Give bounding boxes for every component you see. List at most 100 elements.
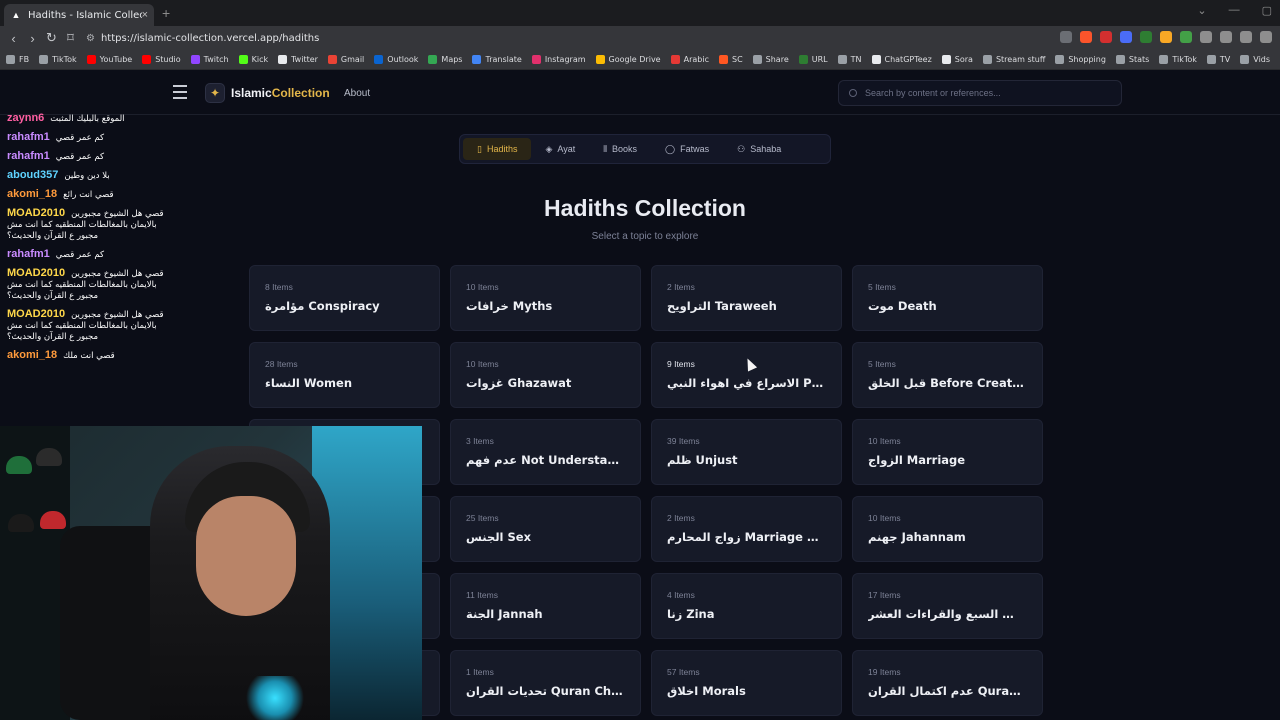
topic-count: 10 Items xyxy=(868,513,901,523)
minimize-icon[interactable]: — xyxy=(1229,4,1240,17)
bookmark-item[interactable]: ChatGPTeez xyxy=(871,55,932,64)
topic-card[interactable]: 39 Items ظلم Unjust xyxy=(651,419,842,485)
topic-card[interactable]: 9 Itemsالاسراع في اهواء النبي Pleasing T… xyxy=(651,342,842,408)
bookmark-item[interactable]: Outlook xyxy=(374,55,418,64)
chat-text: كم عمر قصي xyxy=(55,152,105,162)
bookmark-item[interactable]: Gmail xyxy=(327,55,364,64)
topic-count: 39 Items xyxy=(667,436,700,446)
topic-card[interactable]: 10 Items الزواج Marriage xyxy=(852,419,1043,485)
bookmark-item[interactable]: Maps xyxy=(428,55,462,64)
webcam-overlay xyxy=(0,426,422,720)
chat-username: akomi_18 xyxy=(7,349,58,361)
bookmark-item[interactable]: Twitter xyxy=(278,55,318,64)
bookmark-item[interactable]: Translate xyxy=(472,55,522,64)
url-field[interactable]: ⚙ https://islamic-collection.vercel.app/… xyxy=(86,33,319,44)
topic-card[interactable]: 57 Items اخلاق Morals xyxy=(651,650,842,716)
bookmark-item[interactable]: Twitch xyxy=(190,55,229,64)
rewards-icon[interactable] xyxy=(1100,31,1112,43)
bookmark-item[interactable]: Kick xyxy=(238,55,268,64)
topic-card[interactable]: 2 Items زواج المحارم Marriage Of Family xyxy=(651,496,842,562)
topic-name: زواج المحارم Marriage Of Family xyxy=(667,530,826,544)
tab-books[interactable]: ⫴ Books xyxy=(589,138,651,160)
bookmark-item[interactable]: Stream stuff xyxy=(982,55,1045,64)
topic-card[interactable]: 3 Items عدم فهم Not Understanding xyxy=(450,419,641,485)
bookmark-icon[interactable]: ⌑ xyxy=(61,30,80,46)
new-tab-icon[interactable]: + xyxy=(162,5,170,21)
bookmark-item[interactable]: Shopping xyxy=(1055,55,1106,64)
bookmark-item[interactable]: FB xyxy=(6,55,29,64)
bookmark-item[interactable]: Arabic xyxy=(670,55,709,64)
topic-card[interactable]: 4 Items زنا Zina xyxy=(651,573,842,639)
share-icon[interactable] xyxy=(1060,31,1072,43)
topic-card[interactable]: 10 Items جهنم Jahannam xyxy=(852,496,1043,562)
book-icon: ▯ xyxy=(477,143,482,154)
bookmark-item[interactable]: TikTok xyxy=(39,55,77,64)
topic-card[interactable]: 25 Items الجنس Sex xyxy=(450,496,641,562)
topic-card[interactable]: 1 Items تحديات القران Quran Challenges xyxy=(450,650,641,716)
bookmark-icon xyxy=(1159,55,1169,64)
maximize-icon[interactable]: ▢ xyxy=(1262,4,1272,17)
reload-icon[interactable]: ↻ xyxy=(42,30,61,46)
sidebar-icon[interactable] xyxy=(1220,31,1232,43)
bookmark-item[interactable]: TV xyxy=(1206,55,1230,64)
bookmark-label: Share xyxy=(765,55,789,64)
extension-icon[interactable] xyxy=(1160,31,1172,43)
tab-hadiths[interactable]: ▯ Hadiths xyxy=(463,138,532,160)
bookmark-item[interactable]: Sora xyxy=(941,55,973,64)
extensions-toolbar xyxy=(1060,31,1272,43)
bookmark-item[interactable]: Studio xyxy=(142,55,181,64)
search-input[interactable] xyxy=(865,88,1105,98)
bookmark-icon xyxy=(941,55,951,64)
media-icon[interactable] xyxy=(1240,31,1252,43)
topic-count: 8 Items xyxy=(265,282,293,292)
bookmark-item[interactable]: TN xyxy=(837,55,862,64)
bookmark-item[interactable]: YouTube xyxy=(86,55,132,64)
bookmark-item[interactable]: Stats xyxy=(1115,55,1149,64)
chat-text: كم عمر قصي xyxy=(55,133,105,143)
topic-count: 10 Items xyxy=(466,282,499,292)
browser-tab[interactable]: ▲ Hadiths - Islamic Collection × xyxy=(4,4,154,26)
topic-card[interactable]: 19 Items عدم اكتمال القران Quran Not Full xyxy=(852,650,1043,716)
topic-count: 25 Items xyxy=(466,513,499,523)
bookmark-item[interactable]: Instagram xyxy=(531,55,586,64)
topic-card[interactable]: 17 Items الاحرف السبع والقراءات العشر Sev… xyxy=(852,573,1043,639)
topic-card[interactable]: 5 Items قبل الخلق Before Creation xyxy=(852,342,1043,408)
bookmark-item[interactable]: URL xyxy=(798,55,828,64)
bookmark-item[interactable]: Share xyxy=(752,55,789,64)
topic-card[interactable]: 5 Items موت Death xyxy=(852,265,1043,331)
topic-card[interactable]: 10 Items غزوات Ghazawat xyxy=(450,342,641,408)
search-box[interactable] xyxy=(838,80,1122,106)
extension-icon[interactable] xyxy=(1120,31,1132,43)
extension-icon[interactable] xyxy=(1180,31,1192,43)
chat-message: akomi_18 قصي انت ملك xyxy=(0,350,172,362)
topic-name: قبل الخلق Before Creation xyxy=(868,376,1027,390)
back-icon[interactable]: ‹ xyxy=(4,31,23,46)
brand-name[interactable]: IslamicCollection xyxy=(231,86,330,100)
menu-icon[interactable] xyxy=(1260,31,1272,43)
about-link[interactable]: About xyxy=(344,88,370,99)
brave-icon[interactable] xyxy=(1080,31,1092,43)
logo-icon[interactable]: ✦ xyxy=(205,83,225,103)
tab-sahaba[interactable]: ⚇ Sahaba xyxy=(723,138,795,160)
topic-card[interactable]: 10 Items خرافات Myths xyxy=(450,265,641,331)
topic-card[interactable]: 11 Items الجنة Jannah xyxy=(450,573,641,639)
site-info-icon[interactable]: ⚙ xyxy=(86,33,95,44)
bookmark-item[interactable]: SC xyxy=(718,55,743,64)
topic-card[interactable]: 8 Items مؤامرة Conspiracy xyxy=(249,265,440,331)
puzzle-icon[interactable] xyxy=(1200,31,1212,43)
tab-close-icon[interactable]: × xyxy=(142,9,148,21)
bookmark-icon xyxy=(798,55,808,64)
tab-fatwas[interactable]: ◯ Fatwas xyxy=(651,138,723,160)
tab-ayat[interactable]: ◈ Ayat xyxy=(531,138,589,160)
tab-search-icon[interactable]: ⌄ xyxy=(1197,4,1206,17)
tab-label: Sahaba xyxy=(750,144,782,154)
bookmark-item[interactable]: Vids xyxy=(1240,55,1270,64)
bookmark-item[interactable]: Google Drive xyxy=(595,55,661,64)
forward-icon[interactable]: › xyxy=(23,31,42,46)
extension-icon[interactable] xyxy=(1140,31,1152,43)
bookmark-icon xyxy=(752,55,762,64)
topic-card[interactable]: 28 Items النساء Women xyxy=(249,342,440,408)
topic-card[interactable]: 2 Items التراويح Taraweeh xyxy=(651,265,842,331)
bookmark-item[interactable]: TikTok xyxy=(1159,55,1197,64)
hamburger-menu-icon[interactable] xyxy=(173,85,187,99)
